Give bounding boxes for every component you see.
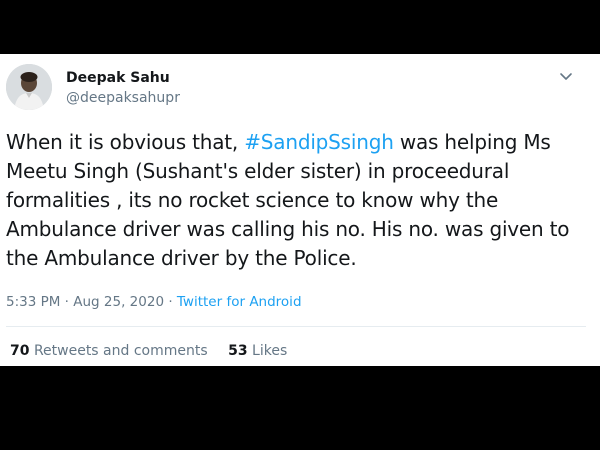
user-avatar-icon — [6, 64, 52, 110]
divider — [6, 326, 586, 327]
tweet-meta: 5:33 PM · Aug 25, 2020 · Twitter for And… — [6, 294, 302, 310]
likes-count: 53 — [228, 343, 248, 359]
avatar[interactable] — [6, 64, 52, 110]
author-name[interactable]: Deepak Sahu — [66, 70, 170, 86]
tweet-text-segment: When it is obvious that, — [6, 130, 245, 154]
meta-separator: · — [164, 294, 177, 310]
retweets-count: 70 — [10, 343, 30, 359]
tweet-stats: 70 Retweets and comments 53 Likes — [10, 343, 303, 359]
tweet-timestamp[interactable]: 5:33 PM · Aug 25, 2020 — [6, 294, 164, 310]
likes-label: Likes — [252, 343, 288, 359]
likes-stat[interactable]: 53 Likes — [228, 343, 287, 359]
chevron-down-icon — [560, 73, 572, 80]
retweets-stat[interactable]: 70 Retweets and comments — [10, 343, 208, 359]
tweet-card: Deepak Sahu @deepaksahupr When it is obv… — [0, 54, 600, 366]
tweet-text: When it is obvious that, #SandipSsingh w… — [6, 128, 586, 273]
screenshot-frame: Deepak Sahu @deepaksahupr When it is obv… — [0, 0, 600, 450]
hashtag-link[interactable]: #SandipSsingh — [244, 130, 394, 154]
tweet-source-link[interactable]: Twitter for Android — [177, 294, 302, 310]
retweets-label: Retweets and comments — [33, 343, 208, 359]
tweet-menu-button[interactable] — [557, 68, 575, 86]
author-handle[interactable]: @deepaksahupr — [66, 90, 180, 106]
